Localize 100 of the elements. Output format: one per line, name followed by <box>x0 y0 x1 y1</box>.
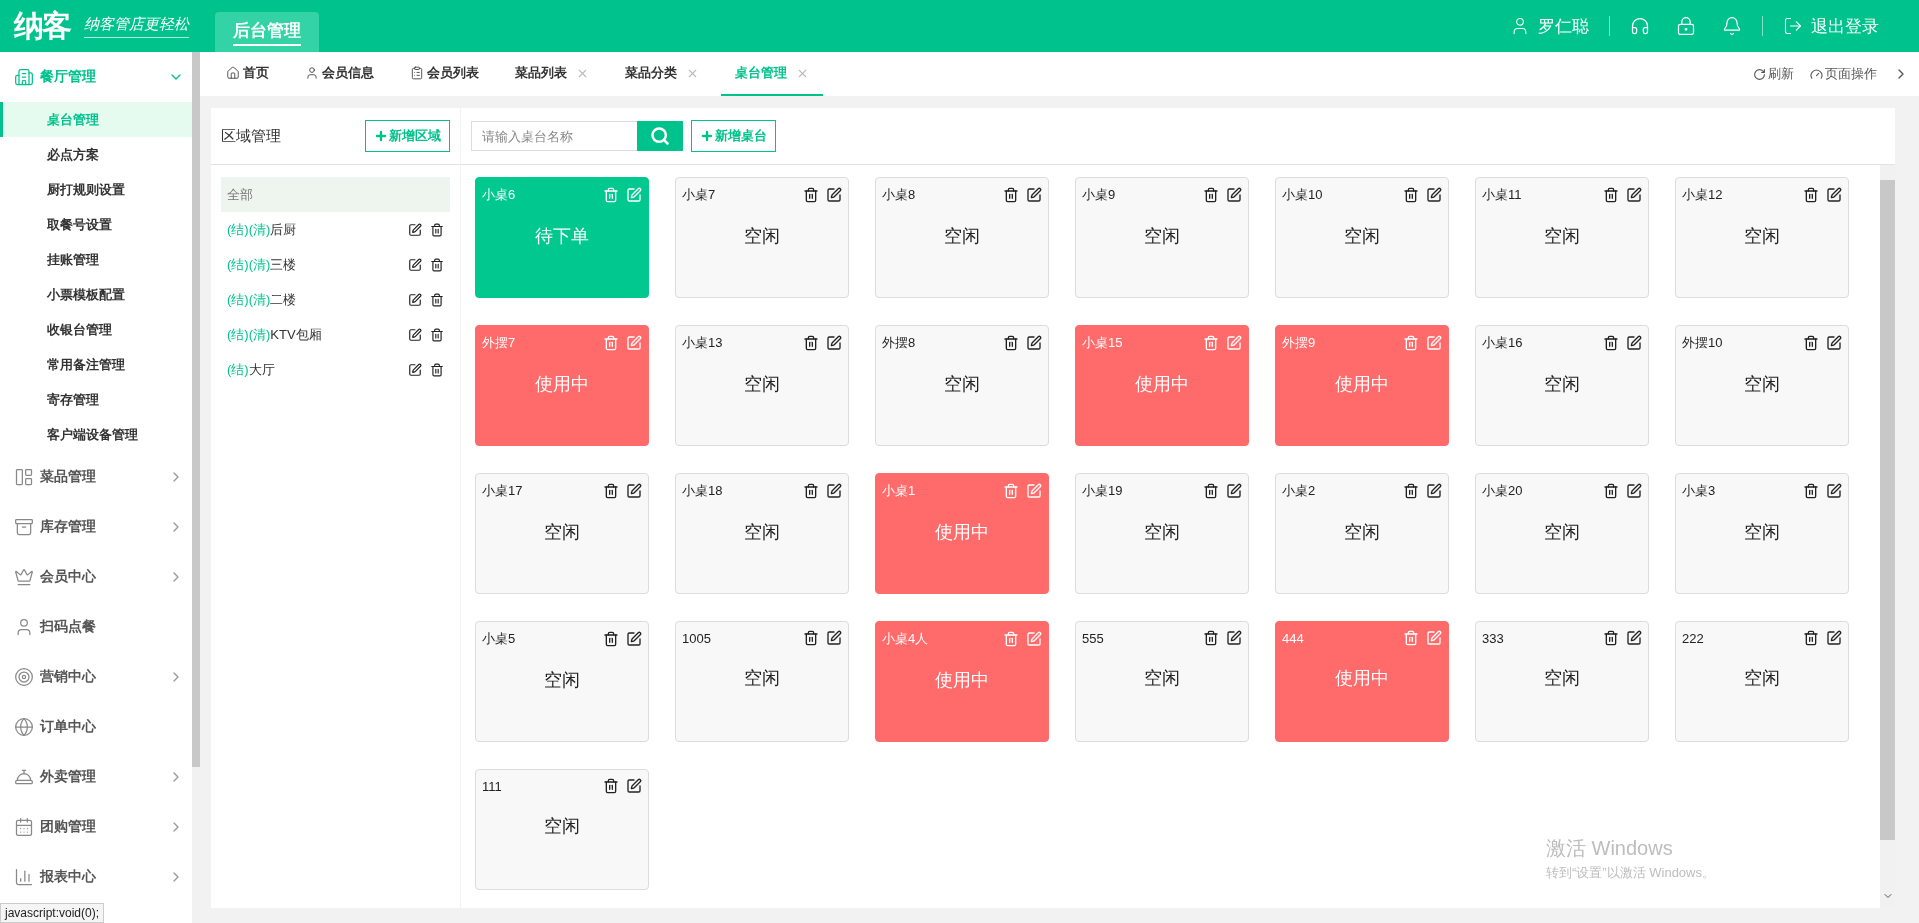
sidebar-item[interactable]: 寄存管理 <box>0 382 192 417</box>
page-tab[interactable]: 首页 <box>212 52 283 96</box>
sidebar-section[interactable]: 团购管理 <box>40 818 162 836</box>
sidebar-item[interactable]: 常用备注管理 <box>0 347 192 382</box>
table-card[interactable]: 小桌8 空闲 <box>875 177 1049 298</box>
delete-icon[interactable] <box>803 187 819 203</box>
table-card[interactable]: 小桌2 空闲 <box>1275 473 1449 594</box>
edit-icon[interactable] <box>826 630 842 646</box>
delete-icon[interactable] <box>803 335 819 351</box>
edit-icon[interactable] <box>826 483 842 499</box>
edit-icon[interactable] <box>408 292 422 307</box>
table-card[interactable]: 外摆10 空闲 <box>1675 325 1849 446</box>
edit-icon[interactable] <box>1626 630 1642 646</box>
page-tab[interactable]: 菜品列表 <box>501 52 603 96</box>
delete-icon[interactable] <box>1803 630 1819 646</box>
delete-icon[interactable] <box>603 778 619 794</box>
edit-icon[interactable] <box>408 257 422 272</box>
table-card[interactable]: 小桌19 空闲 <box>1075 473 1249 594</box>
page-tab[interactable]: 菜品分类 <box>611 52 713 96</box>
sidebar-section[interactable]: 报表中心 <box>40 868 162 886</box>
edit-icon[interactable] <box>408 222 422 237</box>
delete-icon[interactable] <box>430 362 444 377</box>
tab-action[interactable]: 刷新 <box>1753 65 1794 83</box>
page-tab[interactable]: 会员信息 <box>291 52 388 96</box>
table-card[interactable]: 小桌12 空闲 <box>1675 177 1849 298</box>
edit-icon[interactable] <box>626 483 642 499</box>
table-card[interactable]: 111 空闲 <box>475 769 649 890</box>
delete-icon[interactable] <box>1003 335 1019 351</box>
table-card[interactable]: 小桌18 空闲 <box>675 473 849 594</box>
scrollbar-thumb[interactable] <box>1880 180 1895 840</box>
delete-icon[interactable] <box>1603 483 1619 499</box>
edit-icon[interactable] <box>408 327 422 342</box>
sidebar-item[interactable]: 客户端设备管理 <box>0 417 192 452</box>
delete-icon[interactable] <box>803 630 819 646</box>
table-card[interactable]: 小桌3 空闲 <box>1675 473 1849 594</box>
delete-icon[interactable] <box>430 257 444 272</box>
table-card[interactable]: 小桌10 空闲 <box>1275 177 1449 298</box>
delete-icon[interactable] <box>1803 335 1819 351</box>
table-card[interactable]: 小桌7 空闲 <box>675 177 849 298</box>
delete-icon[interactable] <box>1603 187 1619 203</box>
sidebar-item[interactable]: 挂账管理 <box>0 242 192 277</box>
area-row[interactable]: 全部 <box>221 177 450 212</box>
edit-icon[interactable] <box>626 631 642 647</box>
edit-icon[interactable] <box>1826 335 1842 351</box>
edit-icon[interactable] <box>1426 187 1442 203</box>
area-row[interactable]: (结)(清)三楼 <box>221 247 450 282</box>
sidebar-section[interactable]: 订单中心 <box>40 718 184 736</box>
area-row[interactable]: (结)大厅 <box>221 352 450 387</box>
area-row[interactable]: (结)(清)二楼 <box>221 282 450 317</box>
edit-icon[interactable] <box>626 778 642 794</box>
delete-icon[interactable] <box>1403 187 1419 203</box>
sidebar-item[interactable]: 收银台管理 <box>0 312 192 347</box>
sidebar-section[interactable]: 外卖管理 <box>40 768 162 786</box>
table-card[interactable]: 1005 空闲 <box>675 621 849 742</box>
table-card[interactable]: 小桌9 空闲 <box>1075 177 1249 298</box>
edit-icon[interactable] <box>1826 483 1842 499</box>
edit-icon[interactable] <box>408 362 422 377</box>
table-card[interactable]: 外摆8 空闲 <box>875 325 1049 446</box>
area-row[interactable]: (结)(清)KTV包厢 <box>221 317 450 352</box>
delete-icon[interactable] <box>1803 483 1819 499</box>
delete-icon[interactable] <box>430 292 444 307</box>
table-card[interactable]: 小桌16 空闲 <box>1475 325 1649 446</box>
delete-icon[interactable] <box>1203 483 1219 499</box>
sidebar-section[interactable]: 菜品管理 <box>40 468 162 486</box>
edit-icon[interactable] <box>1826 630 1842 646</box>
delete-icon[interactable] <box>603 631 619 647</box>
tab-action[interactable]: 页面操作 <box>1810 65 1877 83</box>
delete-icon[interactable] <box>1003 187 1019 203</box>
edit-icon[interactable] <box>1226 187 1242 203</box>
delete-icon[interactable] <box>430 222 444 237</box>
table-card[interactable]: 小桌13 空闲 <box>675 325 849 446</box>
table-card[interactable]: 小桌17 空闲 <box>475 473 649 594</box>
edit-icon[interactable] <box>1826 187 1842 203</box>
table-card[interactable]: 小桌11 空闲 <box>1475 177 1649 298</box>
table-card[interactable]: 222 空闲 <box>1675 621 1849 742</box>
delete-icon[interactable] <box>603 483 619 499</box>
delete-icon[interactable] <box>1403 483 1419 499</box>
edit-icon[interactable] <box>826 187 842 203</box>
delete-icon[interactable] <box>1203 187 1219 203</box>
delete-icon[interactable] <box>1803 187 1819 203</box>
sidebar-item[interactable]: 小票模板配置 <box>0 277 192 312</box>
search-field[interactable]: 请输入桌台名称 <box>471 121 637 151</box>
sidebar-section[interactable]: 营销中心 <box>40 668 162 686</box>
edit-icon[interactable] <box>1626 335 1642 351</box>
sidebar-item[interactable]: 厨打规则设置 <box>0 172 192 207</box>
table-card[interactable]: 333 空闲 <box>1475 621 1649 742</box>
edit-icon[interactable] <box>1226 630 1242 646</box>
edit-icon[interactable] <box>1626 187 1642 203</box>
edit-icon[interactable] <box>826 335 842 351</box>
delete-icon[interactable] <box>430 327 444 342</box>
sidebar-item[interactable]: 取餐号设置 <box>0 207 192 242</box>
edit-icon[interactable] <box>1226 483 1242 499</box>
sidebar-section[interactable]: 会员中心 <box>40 568 162 586</box>
sidebar-section[interactable]: 库存管理 <box>40 518 162 536</box>
table-card[interactable]: 小桌5 空闲 <box>475 621 649 742</box>
delete-icon[interactable] <box>803 483 819 499</box>
scrollbar-thumb[interactable] <box>192 52 200 767</box>
sidebar-item[interactable]: 必点方案 <box>0 137 192 172</box>
edit-icon[interactable] <box>1626 483 1642 499</box>
edit-icon[interactable] <box>1026 335 1042 351</box>
